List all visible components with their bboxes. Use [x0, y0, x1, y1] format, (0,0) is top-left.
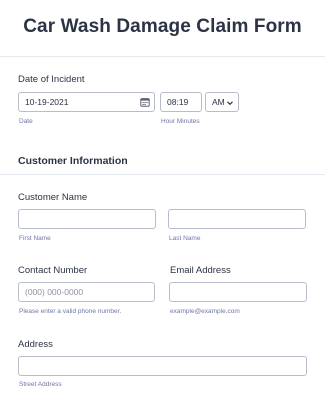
phone-sublabel: Please enter a valid phone number.: [19, 308, 122, 315]
last-name-input[interactable]: [168, 209, 306, 229]
title-divider: [0, 56, 325, 57]
date-input[interactable]: 10-19-2021: [18, 92, 155, 112]
customer-name-label: Customer Name: [18, 192, 88, 203]
email-input[interactable]: [169, 282, 307, 302]
section-heading-customer-information: Customer Information: [18, 155, 128, 167]
section-divider: [0, 174, 325, 175]
address-label: Address: [18, 339, 53, 350]
phone-input[interactable]: (000) 000-0000: [18, 282, 155, 302]
ampm-select-value: AM: [212, 97, 225, 107]
date-sublabel: Date: [19, 118, 33, 125]
street-address-sublabel: Street Address: [19, 381, 62, 388]
email-address-label: Email Address: [170, 265, 231, 276]
ampm-select[interactable]: AM: [205, 92, 239, 112]
email-sublabel: example@example.com: [170, 308, 240, 315]
form-title: Car Wash Damage Claim Form: [23, 16, 302, 37]
time-sublabel: Hour Minutes: [161, 118, 200, 125]
date-of-incident-label: Date of Incident: [18, 74, 85, 85]
chevron-down-icon: [227, 101, 233, 106]
street-address-input[interactable]: [18, 356, 307, 376]
date-input-value: 10-19-2021: [25, 97, 69, 107]
calendar-icon[interactable]: [140, 97, 150, 107]
phone-input-placeholder: (000) 000-0000: [25, 287, 84, 297]
first-name-input[interactable]: [18, 209, 156, 229]
contact-number-label: Contact Number: [18, 265, 88, 276]
first-name-sublabel: First Name: [19, 235, 51, 242]
last-name-sublabel: Last Name: [169, 235, 201, 242]
time-input[interactable]: 08:19: [160, 92, 202, 112]
time-input-value: 08:19: [167, 97, 189, 107]
